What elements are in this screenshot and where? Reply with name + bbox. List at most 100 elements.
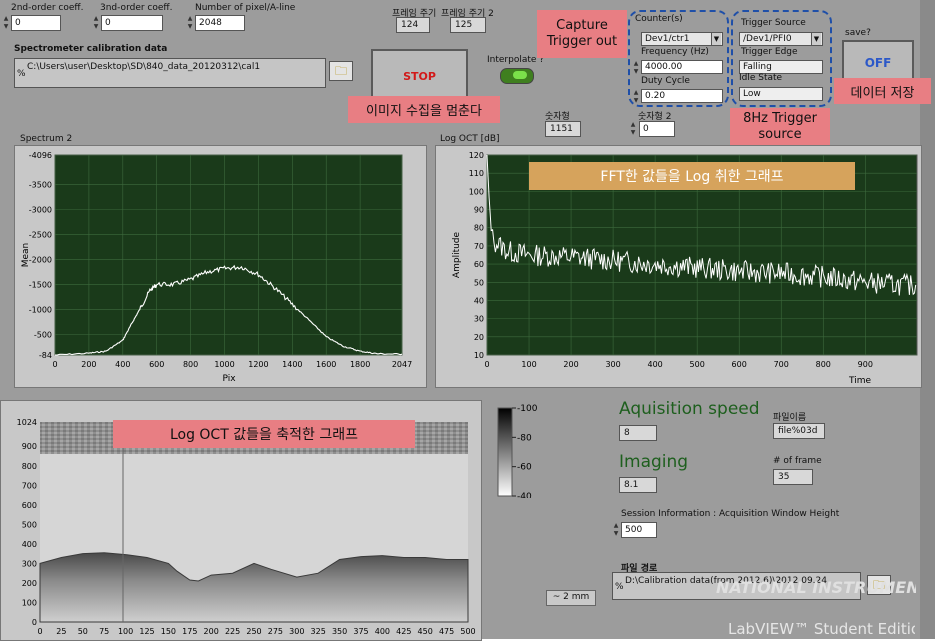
spectrum-xtick-label: 1600 [316, 360, 336, 369]
colorscale-tick-label: -80 [517, 433, 532, 443]
spectrum-xtick-label: 600 [149, 360, 164, 369]
interpolate-toggle[interactable] [500, 68, 534, 84]
intensity-ytick-label: 500 [22, 520, 37, 529]
intensity-xtick-label: 175 [182, 627, 197, 636]
intensity-xtick-label: 500 [460, 627, 475, 636]
intensity-ytick-label: 1024 [17, 418, 37, 427]
stop-button[interactable]: STOP [371, 49, 468, 103]
trigger-edge-select[interactable]: Falling [739, 60, 823, 74]
coeff2-spinner-icon[interactable]: ▲ ▼ [2, 15, 10, 31]
intensity-xtick-label: 450 [418, 627, 433, 636]
save-annotation: 데이터 저장 [834, 78, 931, 104]
counter-label: Counter(s) [635, 14, 683, 24]
spectrum-ytick-label: -2000 [29, 255, 52, 264]
intensity-ytick-label: 300 [22, 559, 37, 568]
intensity-colorscale: -100 -80 -60 -40 [497, 404, 538, 498]
intensity-xtick-label: 200 [204, 627, 219, 636]
frame-period-indicator: 124 [396, 17, 430, 33]
spectrum-ytick-label: -1500 [29, 280, 52, 289]
path-prefix: % [17, 69, 26, 79]
colorscale-tick-label: -100 [517, 404, 538, 414]
spectrum-ytick-label: -500 [34, 330, 52, 339]
logoct-title: Log OCT [dB] [440, 134, 500, 144]
frame-period2-indicator: 125 [450, 17, 486, 33]
calibration-path-input[interactable]: % C:\Users\user\Desktop\SD\840_data_2012… [14, 58, 326, 88]
filename-input[interactable]: file%03d [773, 423, 825, 439]
coeff2-input[interactable]: 0 [11, 15, 61, 31]
trigger-source-select[interactable]: /Dev1/PFI0 ▼ [739, 32, 823, 46]
session-spinner-icon[interactable]: ▲ ▼ [612, 522, 620, 538]
spectrum-xtick-label: 200 [81, 360, 96, 369]
logoct-xtick-label: 600 [732, 360, 747, 369]
labview-watermark: LabVIEW™ Student Edition [728, 620, 915, 638]
coeff3-input[interactable]: 0 [101, 15, 163, 31]
spectrum-xtick-label: 0 [52, 360, 57, 369]
logoct-ytick-label: 20 [474, 333, 484, 342]
colorscale-tick-label: -60 [517, 463, 532, 473]
spectrum-title: Spectrum 2 [20, 134, 73, 144]
logoct-ytick-label: 100 [469, 187, 484, 196]
logoct-xtick-label: 900 [858, 360, 873, 369]
session-label: Session Information : Acquisition Window… [621, 509, 840, 519]
calibration-path-text: C:\Users\user\Desktop\SD\840_data_201203… [27, 62, 261, 72]
trigger-source-label: Trigger Source [741, 18, 806, 28]
coeff3-label: 3nd-order coeff. [100, 3, 173, 13]
counter-dropdown-icon[interactable]: ▼ [711, 33, 721, 45]
intensity-xtick-label: 250 [246, 627, 261, 636]
intensity-xtick-label: 25 [56, 627, 66, 636]
scalebar-label: ~ 2 mm [546, 590, 596, 606]
frequency-label: Frequency (Hz) [641, 47, 709, 57]
intensity-xtick-label: 225 [225, 627, 240, 636]
coeff2-label: 2nd-order coeff. [11, 3, 84, 13]
trigger-source-value: /Dev1/PFI0 [743, 34, 792, 44]
duty-cycle-spinner-icon[interactable]: ▲ ▼ [632, 89, 640, 105]
filepath-prefix: % [615, 582, 624, 592]
idle-state-label: Idle State [739, 73, 783, 83]
logoct-ytick-label: 10 [474, 351, 484, 360]
intensity-xtick-label: 75 [99, 627, 109, 636]
logoct-ytick-label: 70 [474, 242, 484, 251]
trigger-dropdown-icon[interactable]: ▼ [811, 33, 821, 45]
logoct-xtick-label: 700 [774, 360, 789, 369]
pixels-spinner-icon[interactable]: ▲ ▼ [186, 15, 194, 31]
frequency-input[interactable]: 4000.00 [641, 60, 723, 74]
acq-speed-indicator: 8 [619, 425, 657, 441]
spectrum-ytick-label: -3000 [29, 206, 52, 215]
intensity-xtick-label: 275 [268, 627, 283, 636]
coeff3-spinner-icon[interactable]: ▲ ▼ [92, 15, 100, 31]
logoct-xtick-label: 200 [563, 360, 578, 369]
frequency-spinner-icon[interactable]: ▲ ▼ [632, 60, 640, 76]
intensity-xtick-label: 350 [332, 627, 347, 636]
spectrum-graph: -4096 -3500 -3000 -2500 -2000 -1500 -1000 -500 -… [21, 151, 412, 384]
counter-select[interactable]: Dev1/ctr1 ▼ [641, 32, 723, 46]
count2-spinner-icon[interactable]: ▲ ▼ [629, 121, 637, 137]
pixels-input[interactable]: 2048 [195, 15, 245, 31]
session-input[interactable]: 500 [621, 522, 657, 538]
intensity-xtick-label: 300 [289, 627, 304, 636]
trigger-annotation: 8Hz Trigger source [730, 108, 830, 146]
intensity-xtick-label: 125 [139, 627, 154, 636]
spectrum-xlabel: Pix [222, 374, 236, 384]
logoct-annotation: FFT한 값들을 Log 취한 그래프 [529, 162, 855, 190]
colorscale-ramp [497, 407, 513, 497]
duty-cycle-input[interactable]: 0.20 [641, 89, 723, 103]
calibration-browse-folder-icon[interactable]: 🗀 [329, 61, 353, 81]
logoct-xtick-label: 400 [647, 360, 662, 369]
intensity-ytick-label: 800 [22, 462, 37, 471]
spectrum-ytick-label: -2500 [29, 231, 52, 240]
spectrum-ytick-label: -84 [39, 351, 52, 360]
idle-state-select[interactable]: Low [739, 87, 823, 101]
count2-input[interactable]: 0 [639, 121, 675, 137]
intensity-annotation: Log OCT 값들을 축적한 그래프 [113, 420, 415, 448]
trigger-edge-label: Trigger Edge [741, 47, 798, 57]
intensity-ytick-label: 900 [22, 442, 37, 451]
logoct-xtick-label: 0 [484, 360, 489, 369]
intensity-ytick-label: 200 [22, 579, 37, 588]
spectrum-xtick-label: 1400 [282, 360, 302, 369]
logoct-ytick-label: 40 [474, 296, 484, 305]
logoct-ytick-label: 120 [469, 151, 484, 160]
spectrum-ylabel: Mean [21, 243, 31, 268]
logoct-xtick-label: 500 [690, 360, 705, 369]
intensity-xtick-label: 375 [353, 627, 368, 636]
pixels-label: Number of pixel/A-line [195, 3, 296, 13]
